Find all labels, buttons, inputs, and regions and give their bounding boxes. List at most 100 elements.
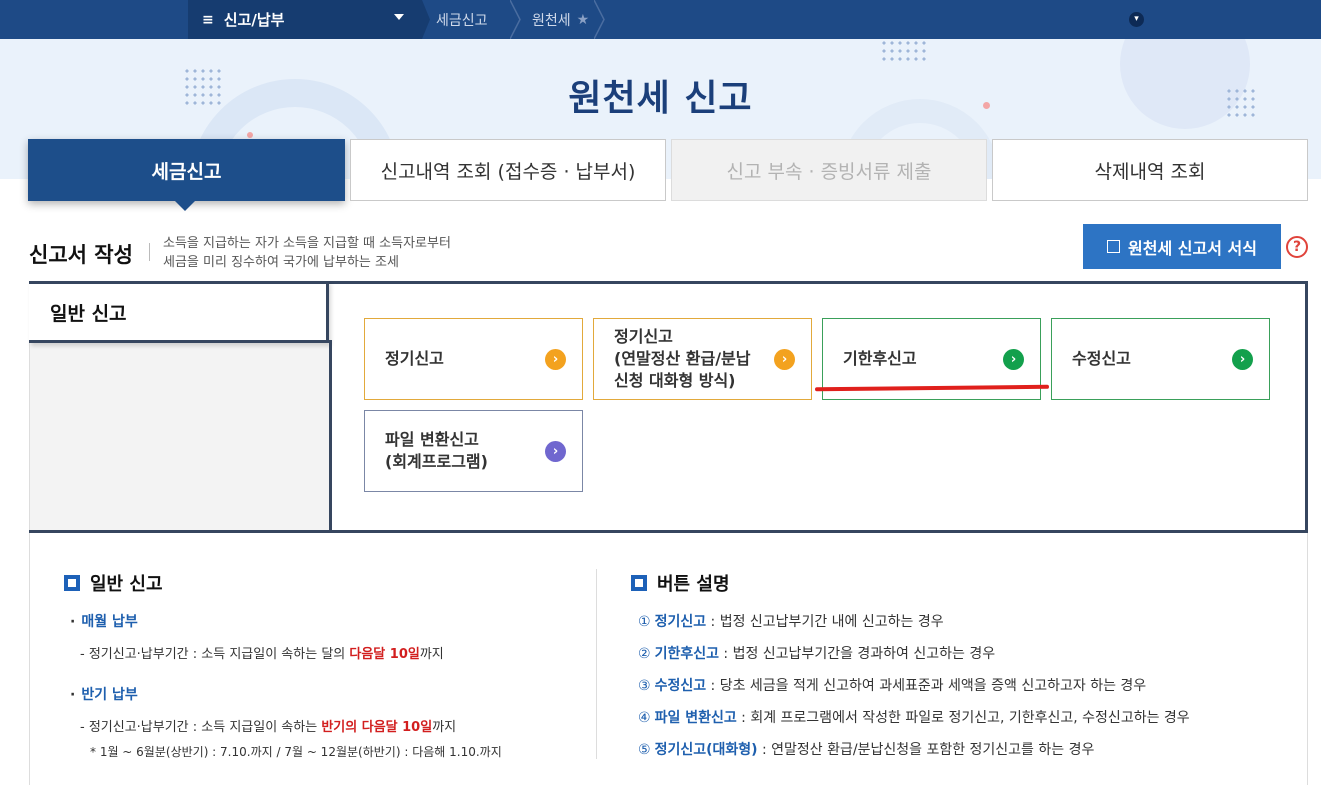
option-label: 정기신고 (연말정산 환급/분납 신청 대화형 방식) (614, 326, 751, 392)
square-bullet-icon (64, 575, 80, 591)
divider (149, 243, 150, 261)
half-year-note: * 1월 ~ 6월분(상반기) : 7.10.까지 / 7월 ~ 12월분(하반… (90, 745, 502, 759)
text: - 정기신고·납부기간 : 소득 지급일이 속하는 달의 (80, 647, 350, 662)
arrow-right-icon: › (545, 349, 566, 370)
breadcrumb-label: 세금신고 (436, 12, 488, 29)
panel-label: 일반 신고 (50, 303, 127, 325)
tab-tax-filing[interactable]: 세금신고 (28, 139, 345, 211)
button-desc-item: ② 기한후신고 : 법정 신고납부기간을 경과하여 신고하는 경우 (638, 643, 995, 663)
keyword: 기한후신고 (654, 646, 719, 662)
description-line: 소득을 지급하는 자가 소득을 지급할 때 소득자로부터 (163, 236, 451, 251)
monthly-payment-period: - 정기신고·납부기간 : 소득 지급일이 속하는 달의 다음달 10일까지 (80, 643, 444, 662)
text: : 회계 프로그램에서 작성한 파일로 정기신고, 기한후신고, 수정신고하는 … (736, 710, 1190, 726)
keyword: 정기신고(대화형) (654, 742, 758, 758)
highlight-text: 반기의 다음달 10일 (321, 720, 433, 735)
half-year-payment-period: - 정기신고·납부기간 : 소득 지급일이 속하는 반기의 다음달 10일까지 (80, 716, 456, 735)
number-badge: ① (638, 614, 651, 630)
text: - 정기신고·납부기간 : 소득 지급일이 속하는 (80, 720, 322, 735)
chevron-down-icon (394, 14, 404, 20)
text: : 연말정산 환급/분납신청을 포함한 정기신고를 하는 경우 (757, 742, 1095, 758)
heading-text: 버튼 설명 (657, 574, 730, 595)
regular-filing-interactive-button[interactable]: 정기신고 (연말정산 환급/분납 신청 대화형 방식) › (593, 318, 812, 400)
description-line: 세금을 미리 징수하여 국가에 납부하는 조세 (163, 255, 399, 270)
number-badge: ③ (638, 678, 651, 694)
button-desc-item: ③ 수정신고 : 당초 세금을 적게 신고하여 과세표준과 세액을 증액 신고하고… (638, 675, 1146, 695)
button-label: 원천세 신고서 서식 (1128, 238, 1257, 258)
menu-label: 신고/납부 (223, 11, 285, 29)
text: : 법정 신고납부기간을 경과하여 신고하는 경우 (718, 646, 996, 662)
divider (596, 569, 597, 759)
star-icon[interactable]: ★ (577, 12, 590, 28)
option-line: 파일 변환신고 (385, 430, 479, 449)
tab-filing-history[interactable]: 신고내역 조회 (접수증 · 납부서) (350, 139, 666, 201)
number-badge: ④ (638, 710, 651, 726)
subtitle-text: 매월 납부 (81, 614, 138, 630)
amended-filing-button[interactable]: 수정신고 › (1051, 318, 1270, 400)
option-label: 정기신고 (385, 348, 444, 370)
info-heading-general: 일반 신고 (64, 570, 163, 596)
option-label: 수정신고 (1072, 348, 1131, 370)
tab-attachments[interactable]: 신고 부속 · 증빙서류 제출 (671, 139, 987, 201)
bullet-icon: · (70, 614, 76, 630)
half-year-payment-title: · 반기 납부 (70, 684, 138, 704)
arrow-right-icon: › (1003, 349, 1024, 370)
option-line: 수정신고 (1072, 349, 1131, 368)
button-desc-item: ① 정기신고 : 법정 신고납부기간 내에 신고하는 경우 (638, 611, 944, 631)
top-navigation: ≡ 신고/납부 세금신고 원천세 ★ ▾ (0, 0, 1321, 39)
option-line: (연말정산 환급/분납 (614, 349, 751, 368)
text: : 당초 세금을 적게 신고하여 과세표준과 세액을 증액 신고하고자 하는 경… (706, 678, 1147, 694)
withholding-form-button[interactable]: 원천세 신고서 서식 (1083, 224, 1281, 269)
keyword: 수정신고 (654, 678, 707, 694)
breadcrumb-separator (416, 0, 430, 39)
arrow-right-icon: › (774, 349, 795, 370)
heading-text: 일반 신고 (90, 574, 163, 595)
number-badge: ⑤ (638, 742, 651, 758)
option-label: 기한후신고 (843, 348, 917, 370)
button-desc-item: ⑤ 정기신고(대화형) : 연말정산 환급/분납신청을 포함한 정기신고를 하는 … (638, 739, 1094, 759)
edit-icon (1107, 240, 1121, 253)
help-icon[interactable]: ? (1286, 236, 1308, 258)
keyword: 정기신고 (654, 614, 707, 630)
decorative-dot (247, 132, 253, 138)
breadcrumb-separator (510, 0, 521, 39)
section-description: 소득을 지급하는 자가 소득을 지급할 때 소득자로부터 세금을 미리 징수하여… (163, 234, 451, 272)
info-heading-buttons: 버튼 설명 (631, 570, 730, 596)
arrow-right-icon: › (545, 441, 566, 462)
option-line: 정기신고 (614, 327, 673, 346)
option-line: (회계프로그램) (385, 452, 488, 471)
tab-label: 신고 부속 · 증빙서류 제출 (726, 160, 932, 183)
tab-label: 삭제내역 조회 (1094, 160, 1206, 183)
decorative-dots (880, 39, 928, 63)
panel-border (329, 340, 332, 533)
tab-label: 신고내역 조회 (접수증 · 납부서) (380, 160, 636, 183)
tab-label: 세금신고 (151, 160, 222, 183)
option-line: 신청 대화형 방식) (614, 371, 736, 390)
highlight-text: 다음달 10일 (349, 647, 420, 662)
text: 까지 (432, 720, 457, 735)
chevron-down-icon[interactable]: ▾ (1129, 12, 1144, 27)
menu-dropdown[interactable]: ≡ 신고/납부 (188, 0, 416, 39)
breadcrumb-separator (594, 0, 605, 39)
monthly-payment-title: · 매월 납부 (70, 611, 138, 631)
hamburger-icon: ≡ (202, 11, 214, 28)
keyword: 파일 변환신고 (654, 710, 737, 726)
page-title: 원천세 신고 (568, 78, 753, 119)
file-conversion-filing-button[interactable]: 파일 변환신고 (회계프로그램) › (364, 410, 583, 492)
arrow-right-icon: › (1232, 349, 1253, 370)
square-bullet-icon (631, 575, 647, 591)
option-line: 기한후신고 (843, 349, 917, 368)
breadcrumb-label: 원천세 (532, 12, 571, 29)
number-badge: ② (638, 646, 651, 662)
section-title: 신고서 작성 (29, 243, 133, 267)
text: 까지 (419, 647, 444, 662)
text: : 법정 신고납부기간 내에 신고하는 경우 (706, 614, 944, 630)
option-label: 파일 변환신고 (회계프로그램) (385, 429, 488, 473)
tab-deletion-history[interactable]: 삭제내역 조회 (992, 139, 1308, 201)
breadcrumb-tax-filing[interactable]: 세금신고 (436, 0, 488, 39)
button-desc-item: ④ 파일 변환신고 : 회계 프로그램에서 작성한 파일로 정기신고, 기한후신고… (638, 707, 1190, 727)
subtitle-text: 반기 납부 (81, 687, 138, 703)
breadcrumb-withholding[interactable]: 원천세 ★ (532, 0, 589, 39)
option-line: 정기신고 (385, 349, 444, 368)
bullet-icon: · (70, 687, 76, 703)
regular-filing-button[interactable]: 정기신고 › (364, 318, 583, 400)
